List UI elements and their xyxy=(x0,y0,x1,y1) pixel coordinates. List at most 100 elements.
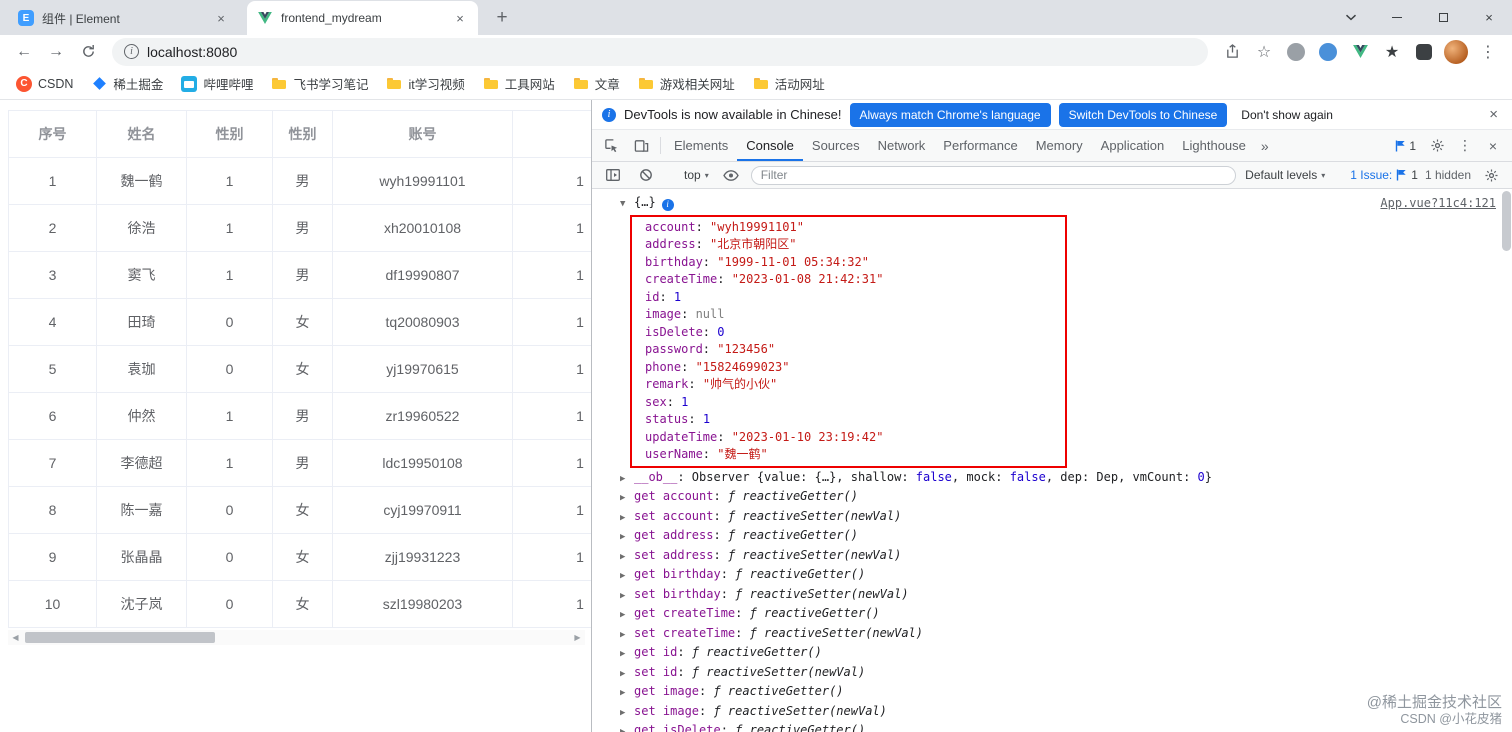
object-property[interactable]: status: 1 xyxy=(632,411,1065,429)
profile-avatar[interactable] xyxy=(1442,38,1470,66)
more-panels-icon[interactable]: » xyxy=(1255,130,1275,161)
expand-arrow-icon[interactable]: ▶ xyxy=(620,588,634,606)
devtools-close-icon[interactable]: × xyxy=(1480,133,1506,159)
menu-icon[interactable]: ⋮ xyxy=(1474,38,1502,66)
context-selector[interactable]: top ▾ xyxy=(682,166,711,184)
bookmark-item[interactable]: it学习视频 xyxy=(378,71,472,96)
hidden-messages-count[interactable]: 1 hidden xyxy=(1425,168,1471,182)
browser-tab-frontend[interactable]: frontend_mydream × xyxy=(247,1,478,35)
object-property[interactable]: remark: "帅气的小伙" xyxy=(632,376,1065,394)
table-row[interactable]: 5 袁珈 0 女 yj19970615 1 xyxy=(8,345,591,393)
accessor-line[interactable]: ▶ set address: ƒ reactiveSetter(newVal) xyxy=(620,547,1498,567)
object-property[interactable]: updateTime: "2023-01-10 23:19:42" xyxy=(632,429,1065,447)
url-text[interactable]: localhost:8080 xyxy=(147,44,237,60)
accessor-line[interactable]: ▶ set createTime: ƒ reactiveSetter(newVal… xyxy=(620,625,1498,645)
extension-icon-1[interactable] xyxy=(1282,38,1310,66)
expand-arrow-icon[interactable]: ▶ xyxy=(620,685,634,703)
table-row[interactable]: 8 陈一嘉 0 女 cyj19970911 1 xyxy=(8,486,591,534)
bookmark-item[interactable]: 工具网站 xyxy=(475,71,563,96)
table-row[interactable]: 2 徐浩 1 男 xh20010108 1 xyxy=(8,204,591,252)
object-property[interactable]: userName: "魏一鹤" xyxy=(632,446,1065,464)
table-row[interactable]: 6 仲然 1 男 zr19960522 1 xyxy=(8,392,591,440)
accessor-line[interactable]: ▶ set account: ƒ reactiveSetter(newVal) xyxy=(620,508,1498,528)
accessor-line[interactable]: ▶ get account: ƒ reactiveGetter() xyxy=(620,488,1498,508)
object-property[interactable]: sex: 1 xyxy=(632,394,1065,412)
extension-icon-2[interactable] xyxy=(1314,38,1342,66)
expand-arrow-icon[interactable]: ▶ xyxy=(620,627,634,645)
expand-arrow-icon[interactable]: ▶ xyxy=(620,510,634,528)
expand-arrow-icon[interactable]: ▶ xyxy=(620,549,634,567)
match-language-button[interactable]: Always match Chrome's language xyxy=(849,102,1051,127)
collapse-arrow-icon[interactable]: ▼ xyxy=(620,196,634,214)
tab-search-icon[interactable] xyxy=(1328,0,1374,35)
scroll-thumb[interactable] xyxy=(25,632,215,643)
live-expression-eye-icon[interactable] xyxy=(718,162,744,188)
devtools-tab-sources[interactable]: Sources xyxy=(803,130,869,161)
object-property[interactable]: isDelete: 0 xyxy=(632,324,1065,342)
notification-close-icon[interactable]: × xyxy=(1485,106,1502,123)
accessor-line[interactable]: ▶ set id: ƒ reactiveSetter(newVal) xyxy=(620,664,1498,684)
bookmark-item[interactable]: 哔哩哔哩 xyxy=(173,71,261,96)
tab-close-icon[interactable]: × xyxy=(452,10,468,26)
expand-arrow-icon[interactable]: ▶ xyxy=(620,705,634,723)
source-link[interactable]: App.vue?11c4:121 xyxy=(1380,196,1496,210)
expand-arrow-icon[interactable]: ▶ xyxy=(620,607,634,625)
console-sidebar-icon[interactable] xyxy=(600,162,626,188)
console-scrollbar-thumb[interactable] xyxy=(1502,191,1511,251)
observer-line[interactable]: ▶ __ob__: Observer {value: {…}, shallow: … xyxy=(620,469,1498,489)
clear-console-icon[interactable] xyxy=(633,162,659,188)
table-row[interactable]: 7 李德超 1 男 ldc19950108 1 xyxy=(8,439,591,487)
devtools-tab-elements[interactable]: Elements xyxy=(665,130,737,161)
inspect-element-icon[interactable] xyxy=(596,130,626,161)
object-property[interactable]: createTime: "2023-01-08 21:42:31" xyxy=(632,271,1065,289)
console-object-line[interactable]: ▼ {…} i xyxy=(620,194,1498,214)
object-property[interactable]: account: "wyh19991101" xyxy=(632,219,1065,237)
scroll-left-icon[interactable]: ◀ xyxy=(8,633,23,642)
share-icon[interactable] xyxy=(1218,38,1246,66)
devtools-tab-application[interactable]: Application xyxy=(1092,130,1174,161)
tab-close-icon[interactable]: × xyxy=(213,10,229,26)
bookmark-item[interactable]: 活动网址 xyxy=(745,71,833,96)
object-property[interactable]: id: 1 xyxy=(632,289,1065,307)
issues-link[interactable]: 1 Issue: 1 xyxy=(1350,168,1418,182)
table-row[interactable]: 4 田琦 0 女 tq20080903 1 xyxy=(8,298,591,346)
vue-devtools-icon[interactable] xyxy=(1346,38,1374,66)
scroll-track[interactable] xyxy=(23,630,570,645)
close-window-button[interactable]: × xyxy=(1466,0,1512,35)
devtools-menu-icon[interactable]: ⋮ xyxy=(1452,133,1478,159)
devtools-settings-icon[interactable] xyxy=(1424,133,1450,159)
log-levels-selector[interactable]: Default levels ▾ xyxy=(1243,166,1327,184)
table-row[interactable]: 1 魏一鹤 1 男 wyh19991101 1 xyxy=(8,157,591,205)
object-property[interactable]: address: "北京市朝阳区" xyxy=(632,236,1065,254)
filter-input[interactable] xyxy=(750,165,1237,185)
expand-arrow-icon[interactable]: ▶ xyxy=(620,646,634,664)
bookmark-item[interactable]: 游戏相关网址 xyxy=(630,71,743,96)
horizontal-scrollbar[interactable]: ◀ ▶ xyxy=(8,630,585,645)
expand-arrow-icon[interactable]: ▶ xyxy=(620,490,634,508)
switch-chinese-button[interactable]: Switch DevTools to Chinese xyxy=(1058,102,1228,127)
new-tab-button[interactable]: + xyxy=(488,4,516,32)
extension-icon-3[interactable]: ★ xyxy=(1378,38,1406,66)
expand-arrow-icon[interactable]: ▶ xyxy=(620,724,634,732)
forward-icon[interactable]: → xyxy=(42,38,70,66)
console-settings-icon[interactable] xyxy=(1478,162,1504,188)
expand-arrow-icon[interactable]: ▶ xyxy=(620,529,634,547)
table-row[interactable]: 3 窦飞 1 男 df19990807 1 xyxy=(8,251,591,299)
accessor-line[interactable]: ▶ get id: ƒ reactiveGetter() xyxy=(620,644,1498,664)
issues-counter[interactable]: 1 xyxy=(1389,139,1422,153)
bookmark-item[interactable]: 文章 xyxy=(565,71,628,96)
device-toolbar-icon[interactable] xyxy=(626,130,656,161)
accessor-line[interactable]: ▶ set birthday: ƒ reactiveSetter(newVal) xyxy=(620,586,1498,606)
table-row[interactable]: 9 张晶晶 0 女 zjj19931223 1 xyxy=(8,533,591,581)
table-row[interactable]: 10 沈子岚 0 女 szl19980203 1 xyxy=(8,580,591,628)
expand-arrow-icon[interactable]: ▶ xyxy=(620,471,634,489)
object-property[interactable]: phone: "15824699023" xyxy=(632,359,1065,377)
back-icon[interactable]: ← xyxy=(10,38,38,66)
object-property[interactable]: password: "123456" xyxy=(632,341,1065,359)
bookmark-item[interactable]: C CSDN xyxy=(8,73,81,95)
browser-tab-element[interactable]: E 组件 | Element × xyxy=(8,1,239,35)
maximize-button[interactable] xyxy=(1420,0,1466,35)
bookmark-star-icon[interactable]: ☆ xyxy=(1250,38,1278,66)
bookmark-item[interactable]: 稀土掘金 xyxy=(83,71,171,96)
accessor-line[interactable]: ▶ get birthday: ƒ reactiveGetter() xyxy=(620,566,1498,586)
